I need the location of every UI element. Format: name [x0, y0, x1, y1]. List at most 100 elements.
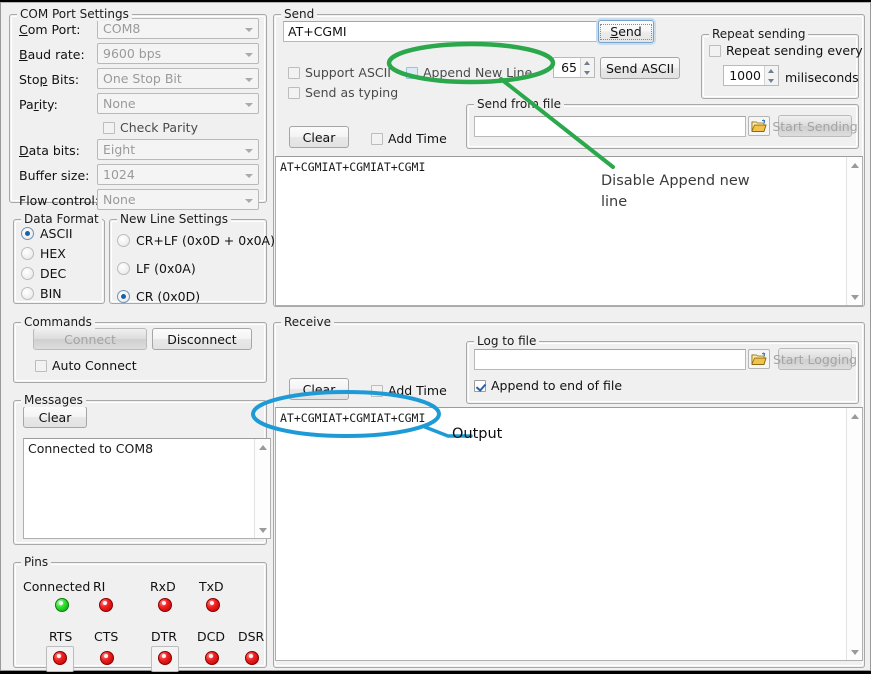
- pin-label-ri: RI: [93, 579, 105, 594]
- send-file-path-input[interactable]: [474, 116, 746, 137]
- support-ascii-checkbox[interactable]: Support ASCII: [288, 65, 391, 80]
- repeat-interval-stepper[interactable]: 1000: [723, 65, 779, 86]
- scroll-down-icon[interactable]: [847, 644, 863, 660]
- radio-dot: [21, 247, 34, 260]
- receive-clear-label: Clear: [303, 382, 336, 397]
- send-group: Send AT+CGMI Send Support ASCII Send as …: [273, 7, 865, 307]
- disconnect-button-label: Disconnect: [167, 332, 236, 347]
- send-add-time-checkbox[interactable]: Add Time: [371, 131, 447, 146]
- append-end-of-file-checkbox[interactable]: Append to end of file: [474, 378, 622, 393]
- repeat-sending-legend: Repeat sending: [709, 27, 808, 41]
- send-button[interactable]: Send: [598, 20, 654, 43]
- scroll-up-icon[interactable]: [847, 157, 863, 173]
- send-file-browse-button[interactable]: [748, 116, 770, 136]
- messages-clear-button[interactable]: Clear: [23, 406, 87, 428]
- messages-scrollbar[interactable]: [254, 439, 270, 538]
- receive-output-scrollbar[interactable]: [846, 408, 862, 660]
- annotation-output-label: Output: [452, 426, 502, 442]
- send-output-scrollbar[interactable]: [846, 157, 862, 305]
- check-parity-checkbox[interactable]: Check Parity: [103, 120, 198, 135]
- com-port-settings-legend: COM Port Settings: [17, 7, 132, 21]
- pin-led-rxd: [158, 598, 172, 612]
- ascii-code-value: 65: [554, 58, 580, 77]
- buffer-size-select[interactable]: 1024: [97, 164, 259, 185]
- radio-label: CR+LF (0x0D + 0x0A): [136, 233, 275, 248]
- buffer-size-label: Buffer size:: [19, 168, 89, 183]
- auto-connect-checkbox[interactable]: Auto Connect: [35, 358, 137, 373]
- radio-label: DEC: [40, 266, 66, 281]
- messages-log-area[interactable]: Connected to COM8: [23, 438, 271, 539]
- checkbox-box: [406, 67, 418, 79]
- checkbox-box: [288, 87, 300, 99]
- repeat-sending-checkbox[interactable]: Repeat sending every: [709, 43, 863, 58]
- log-to-file-group: Log to file Start Logging: [466, 334, 859, 404]
- radio-dot: [21, 287, 34, 300]
- start-sending-button[interactable]: Start Sending: [778, 115, 852, 137]
- send-clear-label: Clear: [303, 130, 336, 145]
- receive-output-text: AT+CGMIAT+CGMIAT+CGMI: [276, 408, 846, 660]
- chevron-down-icon: [241, 69, 258, 88]
- checkbox-box: [371, 133, 383, 145]
- radio-data-format-bin[interactable]: BIN: [21, 286, 62, 301]
- radio-newline-cr[interactable]: CR (0x0D): [117, 289, 200, 304]
- scroll-up-icon[interactable]: [255, 439, 271, 455]
- radio-data-format-ascii[interactable]: ASCII: [21, 226, 73, 241]
- parity-select[interactable]: None: [97, 93, 259, 114]
- com-port-select[interactable]: COM8: [97, 18, 259, 39]
- disconnect-button[interactable]: Disconnect: [152, 328, 252, 350]
- baud-rate-select[interactable]: 9600 bps: [97, 43, 259, 64]
- repeat-sending-group: Repeat sending Repeat sending every 1000…: [701, 27, 859, 99]
- stop-bits-select[interactable]: One Stop Bit: [97, 68, 259, 89]
- log-file-browse-button[interactable]: [748, 349, 770, 369]
- receive-group: Receive Clear Add Time Log to file: [273, 315, 865, 668]
- parity-value: None: [98, 96, 241, 111]
- receive-add-time-checkbox[interactable]: Add Time: [371, 383, 447, 398]
- chevron-down-icon: [241, 140, 258, 159]
- receive-output-area[interactable]: AT+CGMIAT+CGMIAT+CGMI: [275, 407, 863, 661]
- com-port-value: COM8: [98, 21, 241, 36]
- append-new-line-checkbox[interactable]: Append New Line: [406, 65, 532, 80]
- scroll-down-icon[interactable]: [255, 522, 271, 538]
- start-sending-label: Start Sending: [772, 119, 857, 134]
- connect-button[interactable]: Connect: [33, 328, 147, 350]
- radio-dot: [117, 234, 130, 247]
- data-bits-select[interactable]: Eight: [97, 139, 259, 160]
- connect-button-label: Connect: [64, 332, 116, 347]
- pin-label-txd: TxD: [199, 579, 224, 594]
- send-output-area[interactable]: AT+CGMIAT+CGMIAT+CGMI: [275, 156, 863, 306]
- pin-label-dtr: DTR: [151, 629, 177, 644]
- chevron-down-icon: [241, 19, 258, 38]
- open-folder-icon: [751, 352, 767, 366]
- send-ascii-button[interactable]: Send ASCII: [600, 57, 680, 79]
- checkbox-box: [288, 67, 300, 79]
- pin-led-dsr: [245, 651, 259, 665]
- send-clear-button[interactable]: Clear: [289, 126, 349, 148]
- messages-clear-label: Clear: [39, 410, 72, 425]
- receive-clear-button[interactable]: Clear: [289, 378, 349, 400]
- baud-rate-value: 9600 bps: [98, 46, 241, 61]
- radio-newline-crlf[interactable]: CR+LF (0x0D + 0x0A): [117, 233, 275, 248]
- send-add-time-label: Add Time: [388, 131, 447, 146]
- start-logging-button[interactable]: Start Logging: [778, 348, 852, 370]
- scroll-down-icon[interactable]: [847, 289, 863, 305]
- stepper-arrows[interactable]: [764, 66, 778, 85]
- scroll-up-icon[interactable]: [847, 408, 863, 424]
- repeat-sending-label: Repeat sending every: [726, 43, 863, 58]
- radio-data-format-dec[interactable]: DEC: [21, 266, 66, 281]
- new-line-settings-group: New Line Settings CR+LF (0x0D + 0x0A) LF…: [109, 212, 267, 304]
- chevron-down-icon: [241, 165, 258, 184]
- stepper-arrows[interactable]: [580, 58, 594, 77]
- send-command-input[interactable]: AT+CGMI: [283, 21, 601, 42]
- pin-label-cts: CTS: [94, 629, 118, 644]
- log-file-path-input[interactable]: [474, 349, 746, 370]
- send-button-label: Send: [600, 24, 652, 40]
- auto-connect-label: Auto Connect: [52, 358, 137, 373]
- radio-data-format-hex[interactable]: HEX: [21, 246, 66, 261]
- send-as-typing-checkbox[interactable]: Send as typing: [288, 85, 398, 100]
- flow-control-select[interactable]: None: [97, 189, 259, 210]
- pin-led-ri: [99, 598, 113, 612]
- radio-newline-lf[interactable]: LF (0x0A): [117, 261, 196, 276]
- pin-led-dcd: [205, 651, 219, 665]
- data-bits-label: Data bits:: [19, 143, 80, 158]
- ascii-code-stepper[interactable]: 65: [553, 57, 595, 78]
